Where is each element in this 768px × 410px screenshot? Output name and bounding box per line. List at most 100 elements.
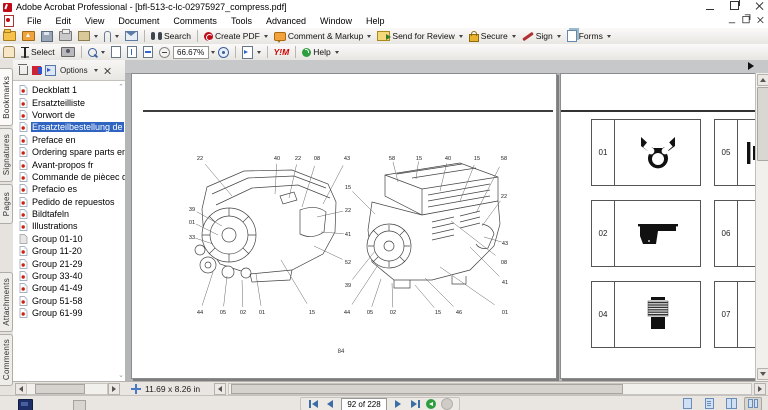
save-button[interactable] bbox=[38, 30, 56, 43]
delete-bookmark-icon[interactable] bbox=[19, 66, 28, 75]
options-menu[interactable]: Options bbox=[60, 66, 88, 75]
bm-hscroll-track[interactable] bbox=[26, 383, 108, 395]
zoom-tool-button[interactable] bbox=[85, 47, 108, 58]
secure-button[interactable]: Secure bbox=[466, 30, 519, 43]
doc-close-icon[interactable] bbox=[757, 16, 764, 23]
bookmark-item[interactable]: Group 33-40 bbox=[19, 270, 125, 282]
doc-scroll-right-button[interactable] bbox=[754, 383, 766, 395]
menu-window[interactable]: Window bbox=[313, 16, 359, 26]
help-button[interactable]: Help bbox=[299, 46, 341, 58]
continuous-layout-button[interactable] bbox=[700, 397, 718, 410]
bookmark-item[interactable]: Ersatzteilbestellung de bbox=[19, 121, 125, 133]
bookmark-item[interactable]: Group 61-99 bbox=[19, 307, 125, 319]
previous-view-button[interactable] bbox=[426, 399, 436, 409]
vertical-scroll-thumb[interactable] bbox=[757, 87, 768, 161]
zoom-level-box[interactable]: 66.67% bbox=[173, 46, 209, 59]
tab-pages[interactable]: Pages bbox=[0, 184, 13, 224]
open-button[interactable] bbox=[0, 30, 19, 42]
parts-group-cell[interactable]: 06 bbox=[714, 200, 758, 267]
menu-comments[interactable]: Comments bbox=[166, 16, 224, 26]
fit-page-button[interactable] bbox=[124, 45, 140, 59]
bookmark-item[interactable]: Illustrations bbox=[19, 220, 125, 232]
bookmark-item[interactable]: Avant-propos fr bbox=[19, 158, 125, 170]
page-display-button[interactable] bbox=[239, 45, 264, 60]
vertical-scrollbar[interactable] bbox=[755, 73, 768, 381]
email-button[interactable] bbox=[122, 30, 141, 42]
single-page-layout-button[interactable] bbox=[678, 397, 696, 410]
tab-attachments[interactable]: Attachments bbox=[0, 272, 13, 332]
select-tool-button[interactable]: Select bbox=[18, 46, 58, 59]
minimize-icon[interactable] bbox=[706, 1, 714, 10]
scroll-down-hint-icon[interactable]: ⌄ bbox=[118, 371, 124, 379]
scroll-down-button[interactable] bbox=[757, 368, 768, 380]
first-page-button[interactable] bbox=[307, 399, 319, 410]
parts-group-cell[interactable]: 02 bbox=[591, 200, 701, 267]
menu-document[interactable]: Document bbox=[111, 16, 166, 26]
bookmark-item[interactable]: Bildtafeln bbox=[19, 208, 125, 220]
bookmark-item[interactable]: Group 51-58 bbox=[19, 295, 125, 307]
parts-group-cell[interactable]: 05 bbox=[714, 119, 758, 186]
facing-layout-button[interactable] bbox=[744, 397, 762, 410]
expand-current-bookmark-icon[interactable] bbox=[32, 66, 41, 75]
create-pdf-button[interactable]: Create PDF bbox=[201, 30, 271, 42]
parts-group-cell[interactable]: 01 bbox=[591, 119, 701, 186]
bookmark-item[interactable]: Ordering spare parts en bbox=[19, 146, 125, 158]
menu-tools[interactable]: Tools bbox=[224, 16, 259, 26]
pdf-doc-icon[interactable] bbox=[4, 15, 14, 27]
panel-close-icon[interactable] bbox=[104, 67, 111, 74]
menu-help[interactable]: Help bbox=[359, 16, 392, 26]
tab-comments[interactable]: Comments bbox=[0, 334, 13, 386]
hide-toolbar-arrow-icon[interactable] bbox=[748, 62, 754, 70]
snapshot-button[interactable] bbox=[58, 46, 78, 58]
new-bookmark-icon[interactable] bbox=[45, 65, 56, 76]
bookmark-item[interactable]: Group 11-20 bbox=[19, 245, 125, 257]
page-number-input[interactable] bbox=[341, 398, 387, 410]
hand-tool-button[interactable] bbox=[0, 45, 18, 59]
pan-move-icon[interactable] bbox=[131, 384, 141, 394]
continuous-facing-layout-button[interactable] bbox=[722, 397, 740, 410]
doc-scroll-left-button[interactable] bbox=[214, 383, 226, 395]
doc-minimize-icon[interactable] bbox=[729, 16, 735, 23]
zoom-out-button[interactable] bbox=[156, 46, 173, 59]
close-icon[interactable] bbox=[755, 1, 764, 10]
bm-hscroll-thumb[interactable] bbox=[35, 384, 85, 394]
bookmark-item[interactable]: Ersatzteilliste bbox=[19, 96, 125, 108]
sign-button[interactable]: Sign bbox=[519, 30, 564, 42]
search-button[interactable]: Search bbox=[148, 30, 194, 42]
previous-page-button[interactable] bbox=[324, 399, 336, 410]
bm-scroll-right-button[interactable] bbox=[108, 383, 120, 395]
actual-size-button[interactable] bbox=[108, 45, 124, 59]
last-page-button[interactable] bbox=[409, 399, 421, 410]
bookmark-item[interactable]: Pedido de repuestos bbox=[19, 196, 125, 208]
bookmark-item[interactable]: Preface en bbox=[19, 134, 125, 146]
menu-edit[interactable]: Edit bbox=[49, 16, 79, 26]
bookmark-item[interactable]: Group 41-49 bbox=[19, 282, 125, 294]
next-view-button[interactable] bbox=[441, 398, 453, 410]
doc-restore-icon[interactable] bbox=[742, 16, 749, 23]
organizer-button[interactable] bbox=[75, 30, 101, 42]
tab-signatures[interactable]: Signatures bbox=[0, 128, 13, 182]
scroll-up-button[interactable] bbox=[757, 74, 768, 86]
next-page-button[interactable] bbox=[392, 399, 404, 410]
attach-button[interactable] bbox=[101, 30, 122, 43]
fit-width-button[interactable] bbox=[140, 45, 156, 59]
doc-hscroll-track[interactable] bbox=[228, 383, 752, 395]
print-button[interactable] bbox=[56, 30, 75, 42]
scroll-up-hint-icon[interactable]: ⌃ bbox=[118, 83, 124, 91]
bookmark-item[interactable]: Commande de piècec d bbox=[19, 171, 125, 183]
parts-group-cell[interactable]: 07 bbox=[714, 281, 758, 348]
bookmark-item[interactable]: Group 21-29 bbox=[19, 257, 125, 269]
menu-file[interactable]: File bbox=[20, 16, 49, 26]
bookmark-item[interactable]: Deckblatt 1 bbox=[19, 84, 125, 96]
bookmark-item[interactable]: Group 01-10 bbox=[19, 233, 125, 245]
restore-icon[interactable] bbox=[730, 1, 739, 10]
comment-markup-button[interactable]: Comment & Markup bbox=[271, 30, 375, 42]
parts-group-cell[interactable]: 04 bbox=[591, 281, 701, 348]
tab-bookmarks[interactable]: Bookmarks bbox=[0, 68, 13, 126]
doc-hscroll-thumb[interactable] bbox=[231, 384, 623, 394]
upload-button[interactable] bbox=[19, 30, 38, 42]
chevron-down-icon[interactable] bbox=[94, 69, 98, 72]
bookmark-item[interactable]: Prefacio es bbox=[19, 183, 125, 195]
forms-button[interactable]: Forms bbox=[564, 29, 614, 43]
menu-view[interactable]: View bbox=[78, 16, 111, 26]
